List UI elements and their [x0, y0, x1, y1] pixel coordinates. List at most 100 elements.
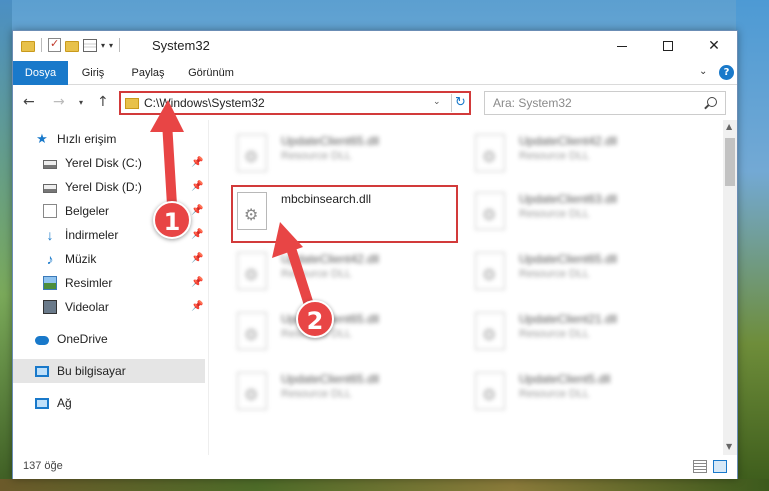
file-item[interactable]: ⚙ UpdateClient42.dll Resource DLL — [471, 128, 691, 184]
file-name: UpdateClient65.dll — [281, 134, 380, 148]
pin-icon[interactable]: 📌 — [191, 277, 203, 288]
gear-icon: ⚙ — [244, 147, 259, 166]
sidebar-item-quick-access[interactable]: ★ Hızlı erişim — [13, 127, 205, 151]
new-folder-icon[interactable] — [65, 40, 79, 52]
ribbon-tabs: Dosya Giriş Paylaş Görünüm ⌄ ? — [13, 61, 737, 85]
file-name: UpdateClient42.dll — [281, 252, 380, 266]
pin-icon[interactable]: 📌 — [191, 229, 203, 240]
sidebar-item-this-pc[interactable]: Bu bilgisayar — [13, 359, 205, 383]
scroll-up-arrow-icon[interactable]: ▲ — [726, 122, 732, 131]
close-button[interactable]: ✕ — [691, 31, 737, 61]
file-item[interactable]: ⚙ UpdateClient65.dll Resource DLL — [233, 128, 453, 184]
scroll-down-arrow-icon[interactable]: ▼ — [726, 442, 732, 451]
scrollbar-thumb[interactable] — [725, 138, 735, 186]
tab-file[interactable]: Dosya — [13, 61, 68, 85]
file-name: UpdateClient65.dll — [281, 372, 380, 386]
onedrive-icon — [35, 336, 49, 345]
sidebar-item-videos[interactable]: Videolar 📌 — [13, 295, 205, 319]
dll-file-icon: ⚙ — [237, 134, 267, 172]
sidebar-item-label: Yerel Disk (D:) — [65, 180, 142, 194]
search-icon[interactable] — [707, 97, 717, 107]
navigation-bar: ← → ▾ ↑ C:\Windows\System32 ⌄ ↻ Ara: Sys… — [13, 86, 737, 120]
file-name: UpdateClient21.dll — [519, 312, 618, 326]
file-name: UpdateClient63.dll — [519, 192, 618, 206]
address-path[interactable]: C:\Windows\System32 — [144, 96, 265, 110]
file-item[interactable]: ⚙ UpdateClient42.dll Resource DLL — [233, 246, 453, 302]
file-item[interactable]: ⚙ UpdateClient5.dll Resource DLL — [471, 366, 691, 422]
music-icon: ♪ — [46, 251, 54, 267]
pin-icon[interactable]: 📌 — [191, 253, 203, 264]
file-name: UpdateClient42.dll — [519, 134, 618, 148]
chevron-down-icon[interactable]: ▾ — [101, 41, 105, 50]
close-icon: ✕ — [708, 38, 720, 54]
file-item[interactable]: ⚙ UpdateClient63.dll Resource DLL — [471, 186, 691, 242]
gear-icon: ⚙ — [482, 205, 497, 224]
tab-view[interactable]: Görünüm — [185, 61, 237, 85]
address-dropdown-chevron-icon[interactable]: ⌄ — [433, 97, 441, 107]
pin-icon[interactable]: 📌 — [191, 301, 203, 312]
dll-file-icon: ⚙ — [237, 252, 267, 290]
dll-file-icon: ⚙ — [475, 372, 505, 410]
desktop-wallpaper-right — [736, 0, 769, 491]
dll-file-icon: ⚙ — [475, 134, 505, 172]
status-bar: 137 öğe — [13, 455, 737, 479]
sidebar-item-pictures[interactable]: Resimler 📌 — [13, 271, 205, 295]
minimize-icon — [617, 45, 627, 47]
minimize-button[interactable] — [599, 31, 645, 61]
sidebar-item-onedrive[interactable]: OneDrive — [13, 327, 205, 351]
sidebar-item-local-disk-c[interactable]: Yerel Disk (C:) 📌 — [13, 151, 205, 175]
gear-icon: ⚙ — [482, 265, 497, 284]
pin-icon[interactable]: 📌 — [191, 157, 203, 168]
recent-locations-chevron-icon[interactable]: ▾ — [79, 98, 83, 107]
dll-file-icon: ⚙ — [237, 312, 267, 350]
back-arrow-icon[interactable]: ← — [23, 94, 35, 110]
details-view-icon[interactable] — [693, 460, 707, 473]
dll-file-icon: ⚙ — [237, 372, 267, 410]
pin-icon[interactable]: 📌 — [191, 181, 203, 192]
sidebar-item-local-disk-d[interactable]: Yerel Disk (D:) 📌 — [13, 175, 205, 199]
pane-divider[interactable] — [208, 120, 209, 455]
gear-icon: ⚙ — [482, 325, 497, 344]
forward-arrow-icon[interactable]: → — [53, 94, 65, 110]
sidebar-item-label: OneDrive — [57, 332, 108, 346]
search-input[interactable]: Ara: System32 — [493, 96, 572, 110]
window-title: System32 — [152, 38, 210, 53]
search-box[interactable]: Ara: System32 — [484, 91, 726, 115]
file-item[interactable]: ⚙ UpdateClient65.dll Resource DLL — [233, 366, 453, 422]
sidebar-item-label: Yerel Disk (C:) — [65, 156, 142, 170]
customize-toolbar-caret[interactable]: ▾ — [109, 41, 113, 50]
properties-check-icon[interactable] — [48, 37, 61, 52]
file-name: UpdateClient65.dll — [519, 252, 618, 266]
dll-file-icon: ⚙ — [475, 252, 505, 290]
view-list-icon[interactable] — [83, 38, 97, 52]
tab-home[interactable]: Giriş — [78, 61, 108, 85]
item-count: 137 öğe — [23, 460, 63, 472]
address-bar[interactable]: C:\Windows\System32 ⌄ ↻ — [119, 91, 471, 115]
step-badge-2: 2 — [296, 300, 334, 338]
pictures-icon — [43, 276, 57, 290]
file-item[interactable]: ⚙ UpdateClient21.dll Resource DLL — [471, 306, 691, 362]
vertical-scrollbar[interactable]: ▲ ▼ — [723, 120, 737, 455]
file-explorer-window: ▾ ▾ System32 ✕ Dosya Giriş Paylaş Görünü… — [12, 30, 738, 479]
gear-icon: ⚙ — [482, 147, 497, 166]
file-description: Resource DLL — [519, 208, 590, 220]
gear-icon: ⚙ — [244, 385, 259, 404]
quick-access-toolbar: ▾ ▾ — [21, 37, 122, 52]
target-file-highlight — [231, 185, 458, 243]
file-item[interactable]: ⚙ UpdateClient65.dll Resource DLL — [233, 306, 453, 362]
expand-ribbon-chevron-icon[interactable]: ⌄ — [699, 66, 707, 77]
help-icon[interactable]: ? — [719, 65, 734, 80]
pin-icon[interactable]: 📌 — [191, 205, 203, 216]
sidebar-item-music[interactable]: ♪ Müzik 📌 — [13, 247, 205, 271]
up-arrow-icon[interactable]: ↑ — [97, 94, 109, 110]
desktop-wallpaper-left — [0, 0, 12, 491]
tab-share[interactable]: Paylaş — [128, 61, 168, 85]
disk-icon — [43, 183, 57, 193]
file-item[interactable]: ⚙ UpdateClient65.dll Resource DLL — [471, 246, 691, 302]
maximize-button[interactable] — [645, 31, 691, 61]
sidebar-item-network[interactable]: Ağ — [13, 391, 205, 415]
file-description: Resource DLL — [519, 268, 590, 280]
large-icons-view-icon[interactable] — [713, 460, 727, 473]
toolbar-separator — [41, 38, 42, 52]
refresh-icon[interactable]: ↻ — [451, 94, 469, 112]
